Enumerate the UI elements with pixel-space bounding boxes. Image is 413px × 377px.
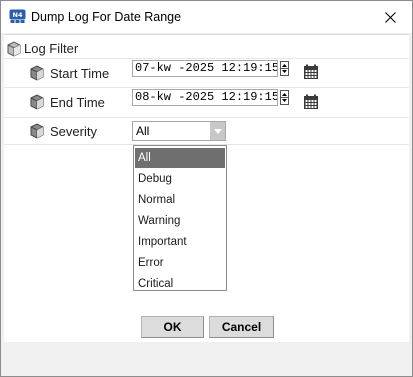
end-time-spinner-icon[interactable] [280, 90, 289, 105]
start-time-spinner-icon[interactable] [280, 61, 289, 76]
property-sheet: Log Filter Start Time 07-kw -2025 12:19:… [4, 34, 409, 342]
severity-option-important[interactable]: Important [135, 232, 225, 252]
cube-icon [30, 65, 44, 81]
niagara-app-icon: N4 [9, 9, 26, 23]
row-separator [4, 117, 409, 118]
title-bar[interactable]: N4 Dump Log For Date Range [1, 1, 412, 33]
cube-icon [7, 41, 21, 57]
severity-option-debug[interactable]: Debug [135, 169, 225, 189]
end-time-label: End Time [50, 95, 105, 110]
row-separator [4, 58, 409, 59]
calendar-icon[interactable] [303, 94, 319, 110]
severity-options-list: All Debug Normal Warning Important Error Criti… [133, 145, 227, 291]
severity-option-all[interactable]: All [135, 148, 225, 168]
severity-selected-value: All [136, 124, 150, 138]
chevron-down-icon [213, 128, 222, 134]
cube-icon [30, 94, 44, 110]
severity-option-normal[interactable]: Normal [135, 190, 225, 210]
severity-option-error[interactable]: Error [135, 253, 225, 273]
dialog-window: N4 Dump Log For Date Range Log Filter St… [0, 0, 413, 377]
app-icon-label: N4 [13, 11, 23, 19]
cube-icon [30, 123, 44, 139]
severity-label: Severity [50, 124, 97, 139]
window-title: Dump Log For Date Range [31, 10, 182, 24]
start-time-field[interactable]: 07-kw -2025 12:19:15 [132, 60, 278, 77]
severity-dropdown-button[interactable] [210, 122, 225, 140]
severity-option-critical[interactable]: Critical [135, 274, 225, 294]
end-time-field[interactable]: 08-kw -2025 12:19:15 [132, 89, 278, 106]
close-icon [384, 11, 396, 23]
log-filter-label: Log Filter [24, 41, 79, 56]
ok-button[interactable]: OK [141, 316, 204, 338]
cancel-button[interactable]: Cancel [209, 316, 274, 338]
row-separator [4, 87, 409, 88]
severity-option-warning[interactable]: Warning [135, 211, 225, 231]
severity-select[interactable]: All [132, 121, 226, 141]
start-time-label: Start Time [50, 66, 110, 81]
calendar-icon[interactable] [303, 64, 319, 80]
close-button[interactable] [368, 1, 412, 33]
